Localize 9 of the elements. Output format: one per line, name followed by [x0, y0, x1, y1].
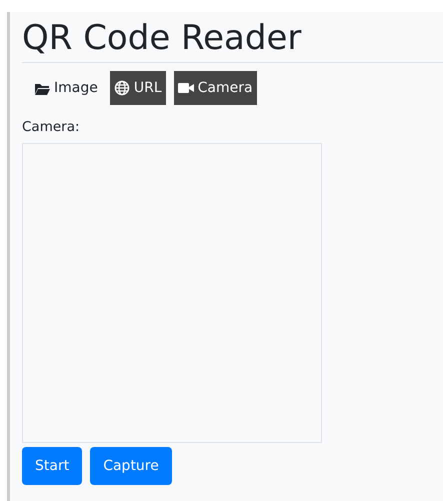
tab[interactable]: URL	[110, 71, 166, 105]
tab[interactable]: Camera	[174, 71, 257, 105]
tab[interactable]: Image	[30, 71, 102, 105]
globe-icon	[114, 80, 130, 96]
start-button[interactable]: Start	[22, 447, 82, 486]
video-camera-icon	[178, 80, 194, 96]
page-title: QR Code Reader	[22, 17, 302, 60]
capture-button[interactable]: Capture	[90, 447, 172, 486]
field-label: Camera:	[22, 118, 81, 137]
